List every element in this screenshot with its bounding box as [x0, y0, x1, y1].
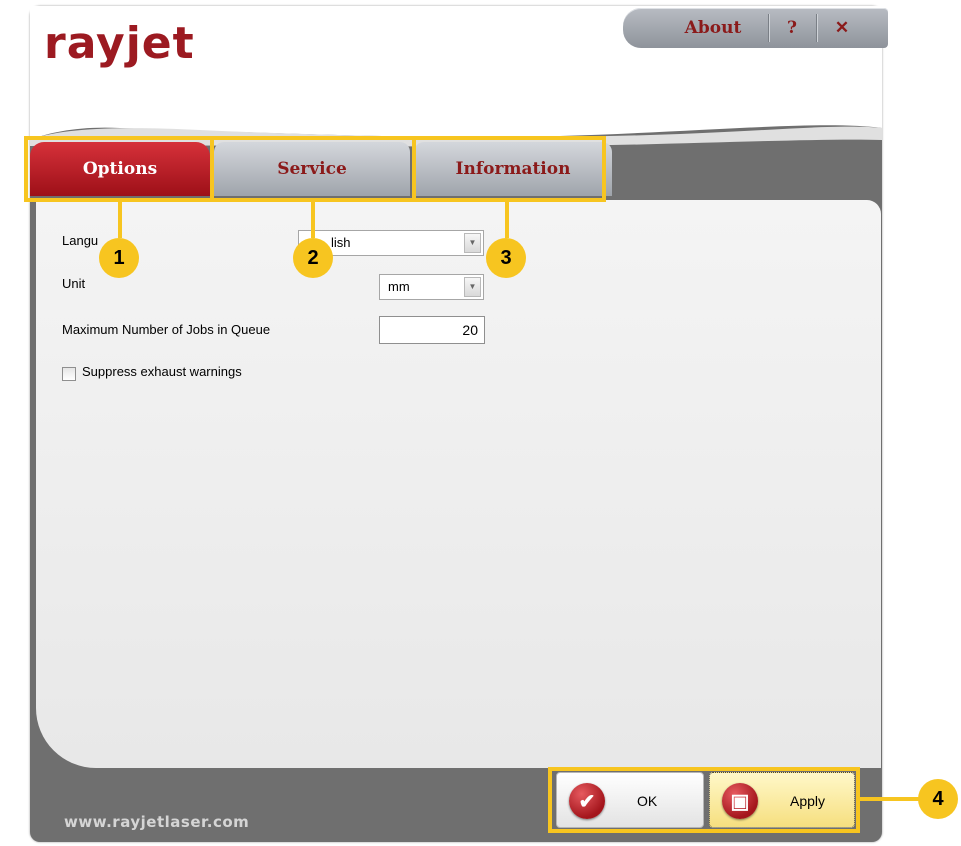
callout-connector	[311, 202, 315, 238]
close-button[interactable]: ✕	[817, 8, 867, 48]
callout-connector	[860, 797, 920, 801]
callout-highlight-options	[24, 136, 214, 202]
suppress-exhaust-checkbox[interactable]	[62, 367, 76, 381]
unit-select[interactable]: mm ▼	[379, 274, 484, 300]
language-label: Langu	[62, 233, 99, 248]
help-button[interactable]: ?	[769, 8, 815, 48]
suppress-exhaust-label: Suppress exhaust warnings	[82, 364, 242, 379]
close-icon: ✕	[834, 18, 850, 38]
callout-badge-3: 3	[486, 238, 526, 278]
max-jobs-input[interactable]: 20	[379, 316, 485, 344]
callout-connector	[505, 202, 509, 238]
callout-badge-1: 1	[99, 238, 139, 278]
about-button[interactable]: About	[659, 8, 767, 48]
max-jobs-label: Maximum Number of Jobs in Queue	[62, 322, 271, 337]
callout-badge-4: 4	[918, 779, 958, 819]
chevron-down-icon: ▼	[464, 233, 481, 253]
callout-highlight-information	[412, 136, 606, 202]
callout-highlight-buttons	[548, 767, 860, 833]
callout-connector	[118, 202, 122, 238]
titlebar-button-group: About ? ✕	[623, 8, 888, 48]
unit-value: mm	[388, 279, 410, 294]
website-link[interactable]: www.rayjetlaser.com	[64, 813, 249, 831]
rayjet-logo: rayjet	[44, 18, 195, 69]
chevron-down-icon: ▼	[464, 277, 481, 297]
unit-label: Unit	[62, 276, 86, 291]
callout-badge-2: 2	[293, 238, 333, 278]
callout-highlight-service	[210, 136, 416, 202]
